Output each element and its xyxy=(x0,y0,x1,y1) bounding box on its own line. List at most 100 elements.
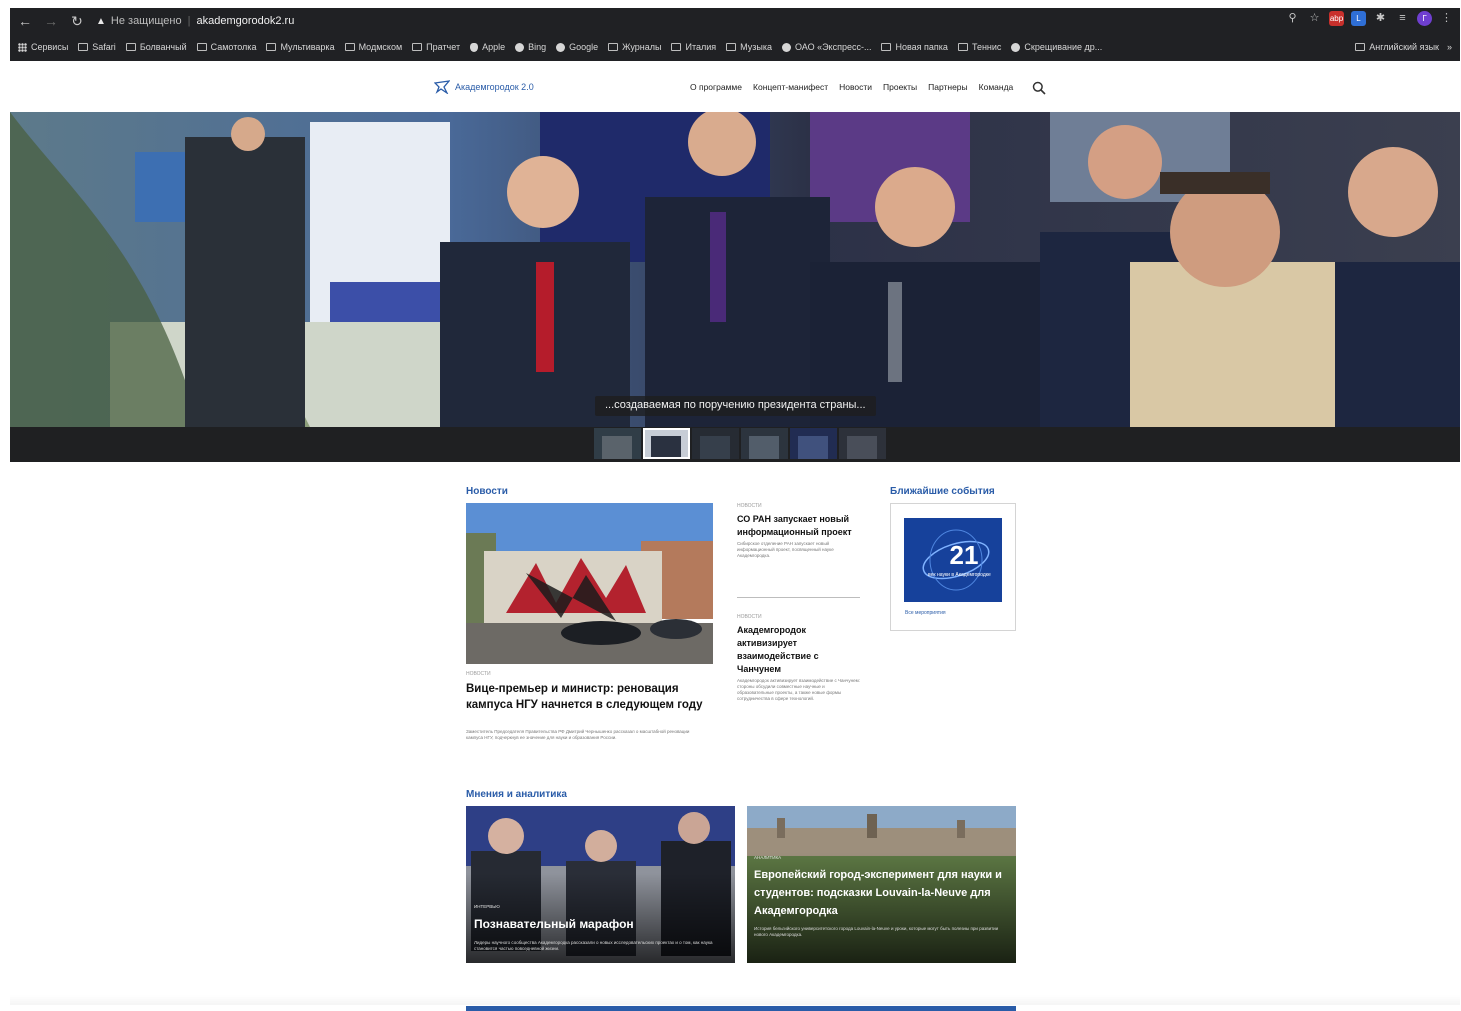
star-bookmark-icon[interactable]: ☆ xyxy=(1307,11,1322,26)
bookmark-label: Мультиварка xyxy=(280,42,335,52)
bookmark-label: Италия xyxy=(685,42,717,52)
page-fold-shadow xyxy=(10,995,1460,1005)
extension-blue-icon[interactable]: L xyxy=(1351,11,1366,26)
bookmark-label: Модмском xyxy=(358,42,403,52)
bookmark-item[interactable]: Самотолка xyxy=(196,42,256,52)
bookmark-item[interactable]: Журналы xyxy=(608,42,661,52)
nav-item[interactable]: Команда xyxy=(979,82,1014,92)
forward-arrow-icon[interactable]: → xyxy=(40,10,62,32)
opinion-card-title[interactable]: Познавательный марафон xyxy=(474,916,724,932)
event-card[interactable]: 21 век науки в Академгородке Все меропри… xyxy=(890,503,1016,631)
bookmark-item[interactable]: Сервисы xyxy=(18,42,68,52)
folder-icon xyxy=(78,43,89,51)
opinion-card-title[interactable]: Европейский город-эксперимент для науки … xyxy=(754,866,1012,920)
profile-avatar-icon[interactable]: Г xyxy=(1417,11,1432,26)
lead-news-description: Заместитель Председателя Правительства Р… xyxy=(466,729,690,740)
bookmark-item[interactable]: Bing xyxy=(515,42,546,52)
bookmark-label: Английский язык xyxy=(1369,42,1439,52)
slider-thumbnails xyxy=(594,428,886,459)
side-news-description: Академгородок активизирует взаимодействи… xyxy=(737,678,860,701)
nav-item[interactable]: Концепт-манифест xyxy=(753,82,828,92)
news-section-title[interactable]: Новости xyxy=(466,486,508,497)
opinion-card-tag: аналитика xyxy=(754,855,782,860)
footer-top-bar xyxy=(466,1006,1016,1011)
search-icon[interactable] xyxy=(1032,81,1046,95)
bookmark-label: Сервисы xyxy=(31,42,69,52)
folder-icon xyxy=(125,43,136,51)
menu-kebab-icon[interactable]: ⋮ xyxy=(1439,11,1454,26)
extensions-puzzle-icon[interactable]: ✱ xyxy=(1373,11,1388,26)
folder-icon xyxy=(608,43,619,51)
bookmark-item[interactable]: Новая папка xyxy=(881,42,948,52)
bookmark-item[interactable]: Мультиварка xyxy=(266,42,335,52)
logo-text: Академгородок 2.0 xyxy=(455,82,534,92)
site-logo[interactable]: Академгородок 2.0 xyxy=(434,80,534,94)
lead-news-image[interactable] xyxy=(466,503,713,664)
globe-icon xyxy=(515,42,525,52)
bookmark-item[interactable]: Италия xyxy=(671,42,716,52)
reload-icon[interactable]: ↻ xyxy=(66,10,88,32)
opinion-card[interactable]: аналитика Европейский город-эксперимент … xyxy=(747,806,1016,963)
slider-thumbnail[interactable] xyxy=(594,428,641,459)
bookmark-item[interactable]: Google xyxy=(556,42,598,52)
bookmark-item[interactable]: Пратчет xyxy=(412,42,460,52)
bookmark-item[interactable]: Модмском xyxy=(344,42,403,52)
side-news-item[interactable]: новости СО РАН запускает новый информаци… xyxy=(737,503,862,559)
bookmark-item[interactable]: Музыка xyxy=(726,42,772,52)
slider-thumbnail[interactable] xyxy=(839,428,886,459)
opinion-card[interactable]: интервью Познавательный марафон Лидеры н… xyxy=(466,806,735,963)
hero-caption: ...создаваемая по поручению президента с… xyxy=(595,396,876,416)
bookmark-label: ОАО «Экспресс-... xyxy=(794,42,872,52)
slider-thumbnail[interactable] xyxy=(643,428,690,459)
media-queue-icon[interactable]: ≡ xyxy=(1395,11,1410,26)
warning-triangle-icon[interactable]: ▲ xyxy=(96,16,106,27)
event-badge-image[interactable]: 21 век науки в Академгородке xyxy=(904,518,1002,602)
hero-photo xyxy=(10,112,1460,427)
folder-icon xyxy=(881,43,892,51)
bookmark-label: Пратчет xyxy=(426,42,461,52)
opinions-section-title[interactable]: Мнения и аналитика xyxy=(466,789,567,800)
slider-thumbnail[interactable] xyxy=(790,428,837,459)
side-news-description: Сибирское отделение РАН запускает новый … xyxy=(737,541,834,558)
all-events-link[interactable]: Все мероприятия xyxy=(905,610,946,616)
side-news-tag: новости xyxy=(737,503,762,509)
bookmark-item[interactable]: Английский язык » xyxy=(1355,35,1452,59)
nav-item[interactable]: Новости xyxy=(839,82,872,92)
url-text[interactable]: akademgorodok2.ru xyxy=(196,15,294,27)
slider-thumbnail[interactable] xyxy=(692,428,739,459)
bookmark-label: Safari xyxy=(92,42,116,52)
side-news-item[interactable]: новости Академгородок активизирует взаим… xyxy=(737,614,862,702)
bookmarks-overflow-icon[interactable]: » xyxy=(1447,42,1452,52)
bookmark-item[interactable]: Скрещивание др... xyxy=(1011,42,1102,52)
zoom-icon[interactable]: ⚲ xyxy=(1285,11,1300,26)
apps-icon xyxy=(18,42,27,52)
nav-item[interactable]: Проекты xyxy=(883,82,917,92)
side-news-title[interactable]: СО РАН запускает новый информационный пр… xyxy=(737,513,862,539)
address-bar[interactable]: ▲ Не защищено | akademgorodok2.ru xyxy=(96,11,294,31)
bookmark-item[interactable]: Болванчый xyxy=(125,42,187,52)
extension-red-icon[interactable]: abp xyxy=(1329,11,1344,26)
nav-item[interactable]: О программе xyxy=(690,82,742,92)
folder-icon xyxy=(266,43,277,51)
main-nav: О программе Концепт-манифест Новости Проект… xyxy=(690,82,1013,92)
bookmark-label: Новая папка xyxy=(895,42,948,52)
bookmarks-bar: Сервисы Safari Болванчый Самотолка Мультивар… xyxy=(10,35,1460,59)
security-label[interactable]: Не защищено xyxy=(111,15,182,27)
side-news-title[interactable]: Академгородок активизирует взаимодействи… xyxy=(737,624,862,676)
bookmark-item[interactable]: Safari xyxy=(78,42,116,52)
bookmark-item[interactable]: Apple xyxy=(470,42,505,52)
slider-thumbnail[interactable] xyxy=(741,428,788,459)
lead-news-title[interactable]: Вице-премьер и министр: реновация кампус… xyxy=(466,681,714,713)
nav-item[interactable]: Партнеры xyxy=(928,82,968,92)
folder-icon xyxy=(344,43,355,51)
bookmark-item[interactable]: Теннис xyxy=(957,42,1001,52)
events-section-title[interactable]: Ближайшие события xyxy=(890,486,995,497)
bookmark-label: Apple xyxy=(482,42,506,52)
site-header: Академгородок 2.0 О программе Концепт-ман… xyxy=(0,62,1461,112)
hero-slider[interactable]: ...создаваемая по поручению президента с… xyxy=(10,112,1460,462)
back-arrow-icon[interactable]: ← xyxy=(14,10,36,32)
bookmark-label: Журналы xyxy=(622,42,662,52)
bookmark-item[interactable]: ОАО «Экспресс-... xyxy=(781,42,872,52)
opinion-card-tag: интервью xyxy=(474,904,500,909)
address-row: ← → ↻ ▲ Не защищено | akademgorodok2.ru … xyxy=(10,8,1460,34)
